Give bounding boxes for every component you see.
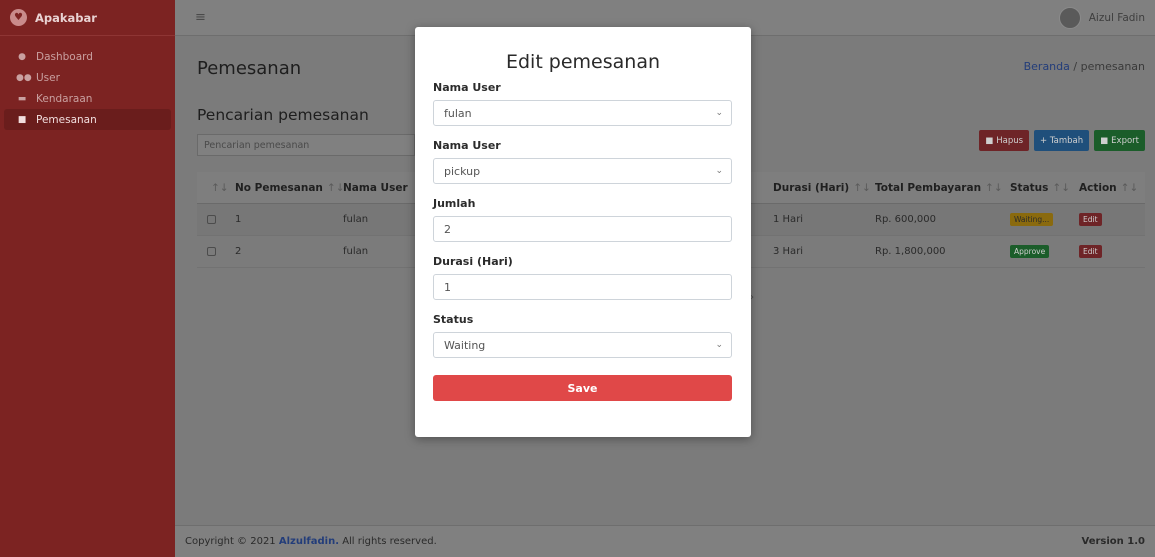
sort-icon: ↑↓ bbox=[1120, 181, 1139, 194]
search-input[interactable]: Pencarian pemesanan bbox=[197, 134, 415, 156]
sidebar-nav: ● Dashboard ●● User ▬ Kendaraan ■ Pemesa… bbox=[0, 36, 175, 130]
author-link[interactable]: Alzulfadin. bbox=[279, 536, 339, 547]
brand-logo-icon: ♥ bbox=[10, 9, 27, 26]
field-label-durasi: Durasi (Hari) bbox=[433, 255, 513, 268]
header-total-pembayaran[interactable]: Total Pembayaran ↑↓ bbox=[875, 182, 1003, 194]
chevron-down-icon: ⌄ bbox=[715, 340, 723, 350]
sort-icon[interactable]: ↑↓ bbox=[211, 182, 229, 194]
field-label-jumlah: Jumlah bbox=[433, 197, 476, 210]
cell-durasi: 3 Hari bbox=[773, 246, 804, 257]
status-badge: Waiting... bbox=[1010, 213, 1054, 226]
select-value: fulan bbox=[444, 106, 472, 120]
sidebar-item-user[interactable]: ●● User bbox=[4, 67, 171, 88]
breadcrumb: Beranda / pemesanan bbox=[1024, 60, 1145, 73]
avatar bbox=[1058, 7, 1081, 29]
user-name: Aizul Fadin bbox=[1088, 12, 1145, 24]
sort-icon: ↑↓ bbox=[985, 181, 1003, 194]
header-action[interactable]: Action ↑↓ bbox=[1079, 182, 1138, 194]
action-buttons: ■ Hapus + Tambah ■ Export bbox=[979, 130, 1145, 151]
sort-icon: ↑↓ bbox=[326, 181, 345, 194]
status-badge: Approve bbox=[1010, 245, 1050, 258]
status-select[interactable]: Waiting ⌄ bbox=[433, 332, 732, 358]
cell-durasi: 1 Hari bbox=[773, 214, 804, 225]
hamburger-icon[interactable]: ≡ bbox=[195, 10, 206, 25]
chevron-down-icon: ⌄ bbox=[715, 108, 723, 118]
sidebar: ♥ Apakabar ● Dashboard ●● User ▬ Kendara… bbox=[0, 0, 175, 557]
nama-user-select[interactable]: fulan ⌄ bbox=[433, 100, 732, 126]
palette-icon: ● bbox=[18, 51, 26, 62]
select-value: pickup bbox=[444, 164, 481, 178]
cell-no: 1 bbox=[235, 214, 242, 225]
add-button[interactable]: + Tambah bbox=[1034, 130, 1090, 151]
durasi-input[interactable]: 1 bbox=[433, 274, 732, 300]
cell-user: fulan bbox=[343, 214, 369, 225]
cell-user: fulan bbox=[343, 246, 369, 257]
file-icon: ■ bbox=[1100, 135, 1109, 146]
row-checkbox[interactable] bbox=[207, 247, 216, 256]
field-label-status: Status bbox=[433, 313, 474, 326]
brand[interactable]: ♥ Apakabar bbox=[0, 0, 175, 36]
sidebar-item-label: Kendaraan bbox=[36, 92, 93, 105]
sort-icon: ↑↓ bbox=[1052, 181, 1071, 194]
sidebar-item-pemesanan[interactable]: ■ Pemesanan bbox=[4, 109, 171, 130]
sidebar-item-kendaraan[interactable]: ▬ Kendaraan bbox=[4, 88, 171, 109]
row-checkbox[interactable] bbox=[207, 215, 216, 224]
sort-icon: ↑↓ bbox=[853, 181, 871, 194]
export-button-label: Export bbox=[1111, 135, 1139, 146]
save-button[interactable]: Save bbox=[433, 375, 732, 401]
header-no-pemesanan[interactable]: No Pemesanan ↑↓ bbox=[235, 182, 345, 194]
car-icon: ▬ bbox=[17, 93, 27, 104]
sidebar-item-label: User bbox=[36, 71, 60, 84]
sidebar-item-dashboard[interactable]: ● Dashboard bbox=[4, 46, 171, 67]
users-icon: ●● bbox=[16, 72, 32, 83]
trash-icon: ■ bbox=[985, 135, 994, 146]
delete-button[interactable]: ■ Hapus bbox=[979, 130, 1030, 151]
copyright: Copyright © 2021 Alzulfadin. All rights … bbox=[185, 536, 437, 547]
header-nama-user[interactable]: Nama User bbox=[343, 182, 408, 194]
header-durasi[interactable]: Durasi (Hari) ↑↓ bbox=[773, 182, 871, 194]
header-status[interactable]: Status ↑↓ bbox=[1010, 182, 1070, 194]
vehicle-select[interactable]: pickup ⌄ bbox=[433, 158, 732, 184]
breadcrumb-separator: / bbox=[1073, 60, 1078, 73]
book-icon: ■ bbox=[17, 114, 27, 125]
sidebar-item-label: Pemesanan bbox=[36, 113, 97, 126]
select-value: Waiting bbox=[444, 338, 486, 352]
edit-button[interactable]: Edit bbox=[1079, 213, 1102, 226]
user-menu[interactable]: Aizul Fadin bbox=[1058, 7, 1145, 29]
jumlah-input[interactable]: 2 bbox=[433, 216, 732, 242]
cell-total: Rp. 600,000 bbox=[875, 214, 937, 225]
chevron-down-icon: ⌄ bbox=[715, 166, 723, 176]
field-label-nama-user: Nama User bbox=[433, 81, 501, 94]
version-label: Version 1.0 bbox=[1081, 536, 1145, 547]
page-title: Pemesanan bbox=[197, 58, 302, 79]
sidebar-item-label: Dashboard bbox=[36, 50, 93, 63]
edit-order-modal: Edit pemesanan Nama User fulan ⌄ Nama Us… bbox=[415, 27, 751, 437]
breadcrumb-home-link[interactable]: Beranda bbox=[1024, 60, 1070, 73]
search-section-title: Pencarian pemesanan bbox=[197, 106, 369, 124]
footer: Copyright © 2021 Alzulfadin. All rights … bbox=[175, 525, 1155, 557]
cell-no: 2 bbox=[235, 246, 242, 257]
cell-total: Rp. 1,800,000 bbox=[875, 246, 946, 257]
field-label-kendaraan: Nama User bbox=[433, 139, 501, 152]
breadcrumb-current: pemesanan bbox=[1080, 60, 1145, 73]
brand-name: Apakabar bbox=[35, 10, 97, 25]
delete-button-label: Hapus bbox=[996, 135, 1024, 146]
edit-button[interactable]: Edit bbox=[1079, 245, 1102, 258]
export-button[interactable]: ■ Export bbox=[1094, 130, 1145, 151]
modal-title: Edit pemesanan bbox=[505, 51, 661, 73]
